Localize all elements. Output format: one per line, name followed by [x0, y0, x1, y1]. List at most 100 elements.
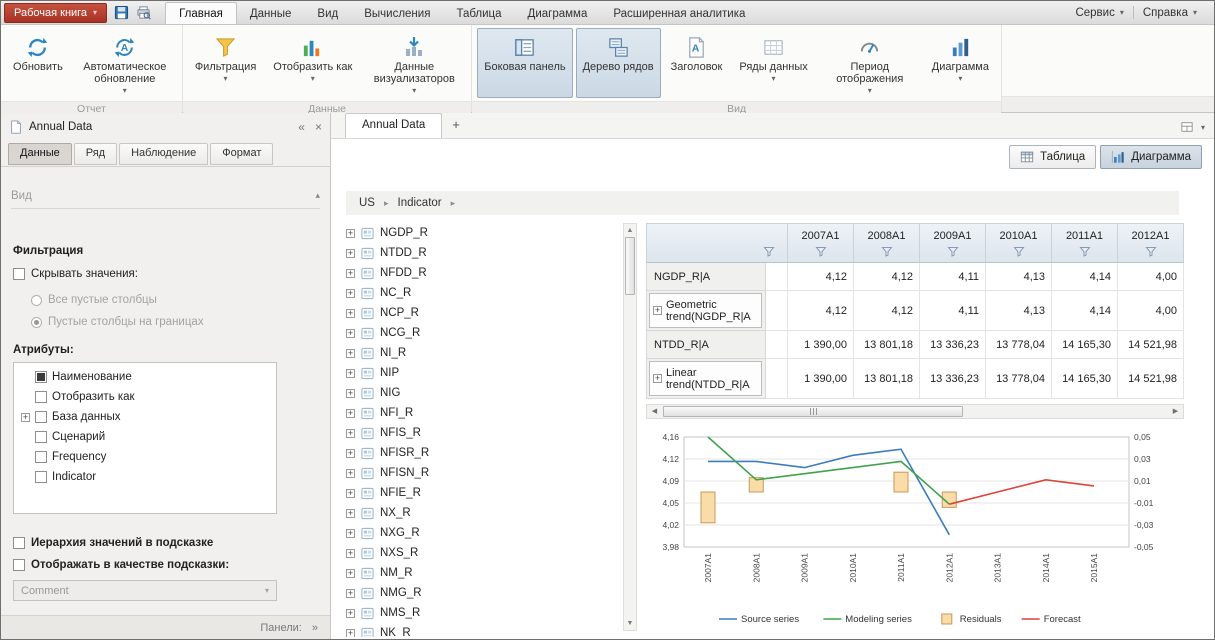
menu-tab-vychisleniya[interactable]: Вычисления [351, 3, 443, 24]
value-cell[interactable]: 14 521,98 [1118, 359, 1184, 399]
filter-funnel-icon[interactable] [947, 246, 959, 257]
expand-icon[interactable]: + [346, 629, 355, 638]
hierarchy-tooltip-checkbox[interactable]: Иерархия значений в подсказке [13, 537, 213, 549]
value-cell[interactable]: 13 801,18 [854, 359, 920, 399]
attribute-item[interactable]: +База данных [16, 407, 274, 427]
panel-tab-ryad[interactable]: Ряд [74, 143, 117, 165]
checkbox[interactable] [13, 559, 25, 571]
value-cell[interactable]: 1 390,00 [788, 331, 854, 359]
tree-item[interactable]: +NX_R [346, 503, 618, 523]
expand-icon[interactable]: + [346, 229, 355, 238]
print-preview-button[interactable] [136, 5, 151, 20]
data-series-button[interactable]: Ряды данных ▾ [732, 28, 814, 98]
tree-item[interactable]: +NXS_R [346, 543, 618, 563]
menu-tab-dannye[interactable]: Данные [237, 3, 305, 24]
checkbox[interactable] [13, 537, 25, 549]
tree-item[interactable]: +NM_R [346, 563, 618, 583]
attribute-item[interactable]: Сценарий [16, 427, 274, 447]
checkbox[interactable] [13, 268, 25, 280]
tree-item[interactable]: +NFIE_R [346, 483, 618, 503]
column-header[interactable]: 2012A1 [1118, 223, 1184, 263]
value-cell[interactable]: 13 336,23 [920, 359, 986, 399]
expand-icon[interactable]: + [346, 249, 355, 258]
menu-tab-diagramma[interactable]: Диаграмма [515, 3, 601, 24]
tree-item[interactable]: +NFISN_R [346, 463, 618, 483]
tree-item[interactable]: +NGDP_R [346, 223, 618, 243]
expand-icon[interactable]: + [653, 306, 662, 315]
scrollbar-thumb[interactable] [663, 406, 963, 417]
row-header[interactable]: NTDD_R|A [646, 331, 766, 359]
breadcrumb-item-indicator[interactable]: Indicator [398, 197, 442, 209]
column-header[interactable]: 2008A1 [854, 223, 920, 263]
tree-item[interactable]: +NFIS_R [346, 423, 618, 443]
scroll-left-icon[interactable]: ◀ [647, 405, 662, 418]
collapse-panel-icon[interactable]: « [298, 120, 305, 134]
menu-tab-tablica[interactable]: Таблица [443, 3, 514, 24]
tree-item[interactable]: +NFDD_R [346, 263, 618, 283]
expand-icon[interactable]: + [653, 374, 662, 383]
view-section-header[interactable]: Вид ▴ [11, 183, 320, 209]
attribute-item[interactable]: Наименование [16, 367, 274, 387]
horizontal-scrollbar[interactable]: ◀ ▶ [646, 404, 1184, 419]
side-panel-button[interactable]: Боковая панель [477, 28, 572, 98]
vertical-scrollbar[interactable]: ▲ ▼ [623, 223, 637, 631]
new-tab-button[interactable]: + [442, 113, 470, 138]
tree-item[interactable]: +NMG_R [346, 583, 618, 603]
tree-item[interactable]: +NFISR_R [346, 443, 618, 463]
filter-funnel-icon[interactable] [763, 246, 775, 257]
value-cell[interactable]: 4,12 [854, 263, 920, 291]
column-header[interactable]: 2009A1 [920, 223, 986, 263]
workbook-menu-button[interactable]: Рабочая книга ▾ [4, 3, 107, 23]
checkbox[interactable] [35, 371, 47, 383]
expand-icon[interactable]: + [346, 549, 355, 558]
expand-icon[interactable]: + [346, 309, 355, 318]
value-cell[interactable]: 4,12 [854, 291, 920, 331]
scrollbar-thumb[interactable] [625, 237, 635, 295]
column-header[interactable]: 2007A1 [788, 223, 854, 263]
value-cell[interactable]: 4,00 [1118, 291, 1184, 331]
scroll-down-icon[interactable]: ▼ [624, 617, 636, 630]
service-menu[interactable]: Сервис ▾ [1066, 4, 1132, 22]
panels-expand-icon[interactable]: » [312, 622, 318, 634]
auto-refresh-button[interactable]: A Автоматическое обновление ▾ [73, 28, 177, 98]
show-as-tooltip-checkbox[interactable]: Отображать в качестве подсказки: [13, 559, 229, 571]
row-header[interactable]: +Geometric trend(NGDP_R|A [646, 291, 766, 331]
checkbox[interactable] [35, 451, 47, 463]
row-header[interactable]: NGDP_R|A [646, 263, 766, 291]
value-cell[interactable]: 13 778,04 [986, 331, 1052, 359]
value-cell[interactable]: 4,13 [986, 291, 1052, 331]
tree-item[interactable]: +NC_R [346, 283, 618, 303]
table-view-button[interactable]: Таблица [1009, 145, 1096, 169]
value-cell[interactable]: 1 390,00 [788, 359, 854, 399]
checkbox[interactable] [35, 391, 47, 403]
panel-tab-format[interactable]: Формат [210, 143, 273, 165]
tree-item[interactable]: +NIP [346, 363, 618, 383]
close-icon[interactable]: × [315, 120, 322, 134]
value-cell[interactable]: 13 801,18 [854, 331, 920, 359]
tree-item[interactable]: +NTDD_R [346, 243, 618, 263]
filter-funnel-icon[interactable] [1079, 246, 1091, 257]
value-cell[interactable]: 4,13 [986, 263, 1052, 291]
attribute-item[interactable]: Indicator [16, 467, 274, 487]
display-period-button[interactable]: Период отображения ▾ [818, 28, 922, 98]
checkbox[interactable] [35, 471, 47, 483]
visualizer-data-button[interactable]: Данные визуализаторов ▾ [362, 28, 466, 98]
column-header[interactable]: 2010A1 [986, 223, 1052, 263]
checkbox[interactable] [35, 431, 47, 443]
expand-icon[interactable]: + [346, 509, 355, 518]
expand-icon[interactable]: + [21, 413, 30, 422]
value-cell[interactable]: 14 165,30 [1052, 331, 1118, 359]
expand-icon[interactable]: + [346, 329, 355, 338]
document-tab[interactable]: Annual Data [345, 113, 442, 138]
expand-icon[interactable]: + [346, 349, 355, 358]
expand-icon[interactable]: + [346, 489, 355, 498]
expand-icon[interactable]: + [346, 449, 355, 458]
value-cell[interactable]: 4,11 [920, 263, 986, 291]
value-cell[interactable]: 4,12 [788, 291, 854, 331]
value-cell[interactable]: 14 165,30 [1052, 359, 1118, 399]
expand-icon[interactable]: + [346, 409, 355, 418]
expand-icon[interactable]: + [346, 389, 355, 398]
breadcrumb-item-us[interactable]: US [359, 197, 375, 209]
tree-item[interactable]: +NCP_R [346, 303, 618, 323]
row-header-column[interactable] [646, 223, 788, 263]
